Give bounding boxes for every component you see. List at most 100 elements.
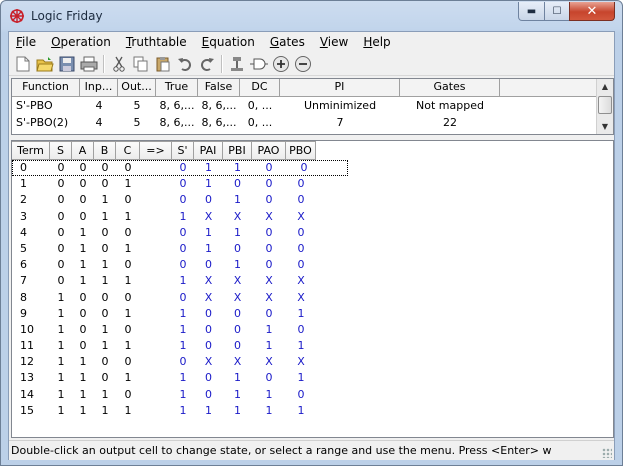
zoom-out-icon[interactable]	[292, 53, 314, 75]
output-cell[interactable]: 1	[223, 257, 252, 273]
output-cell[interactable]: X	[223, 273, 252, 289]
gate-tool-icon[interactable]	[248, 53, 270, 75]
output-cell[interactable]: X	[286, 354, 316, 370]
save-icon[interactable]	[56, 53, 78, 75]
output-cell[interactable]: 1	[252, 403, 286, 419]
menu-truthtable[interactable]: Truthtable	[119, 33, 195, 51]
output-cell[interactable]: 0	[286, 322, 316, 338]
truth-column-header[interactable]: S	[50, 141, 72, 160]
pin-tool-icon[interactable]	[226, 53, 248, 75]
menu-equation[interactable]: Equation	[195, 33, 263, 51]
output-cell[interactable]: 1	[223, 192, 252, 208]
output-cell[interactable]: 1	[252, 338, 286, 354]
scroll-down-icon[interactable]: ▼	[597, 119, 613, 134]
truth-column-header[interactable]: =>	[140, 141, 172, 160]
output-cell[interactable]: 0	[252, 370, 286, 386]
undo-icon[interactable]	[174, 53, 196, 75]
column-header[interactable]: PI	[280, 79, 400, 96]
output-cell[interactable]: X	[223, 290, 252, 306]
output-cell[interactable]: 1	[223, 387, 252, 403]
output-cell[interactable]: X	[223, 209, 252, 225]
output-cell[interactable]: 0	[252, 257, 286, 273]
output-cell[interactable]: 1	[194, 403, 223, 419]
output-cell[interactable]: 0	[252, 192, 286, 208]
output-cell[interactable]: 1	[172, 306, 194, 322]
column-header[interactable]: True	[156, 79, 198, 96]
menu-file[interactable]: File	[9, 33, 44, 51]
output-cell[interactable]: 0	[286, 387, 316, 403]
output-cell[interactable]: 0	[286, 257, 316, 273]
truth-column-header[interactable]: C	[116, 141, 140, 160]
output-cell[interactable]: 0	[194, 257, 223, 273]
truth-column-header[interactable]: A	[72, 141, 94, 160]
cut-icon[interactable]	[108, 53, 130, 75]
output-cell[interactable]: X	[252, 290, 286, 306]
output-cell[interactable]: 1	[286, 306, 316, 322]
truth-column-header[interactable]: PBI	[223, 141, 252, 160]
output-cell[interactable]: 0	[194, 338, 223, 354]
column-header[interactable]: Inp...	[80, 79, 118, 96]
output-cell[interactable]: 1	[194, 176, 223, 192]
output-cell[interactable]: 0	[286, 160, 322, 176]
output-cell[interactable]: 0	[252, 160, 286, 176]
truth-column-header[interactable]: Term	[12, 141, 50, 160]
output-cell[interactable]: 1	[194, 225, 223, 241]
close-button[interactable]: ✕	[569, 2, 615, 21]
output-cell[interactable]: X	[194, 290, 223, 306]
output-cell[interactable]: X	[194, 354, 223, 370]
truth-column-header[interactable]: PAO	[252, 141, 286, 160]
print-icon[interactable]	[78, 53, 100, 75]
output-cell[interactable]: 1	[194, 241, 223, 257]
output-cell[interactable]: 1	[252, 322, 286, 338]
column-header[interactable]: DC	[240, 79, 280, 96]
output-cell[interactable]: 0	[194, 322, 223, 338]
menu-help[interactable]: Help	[356, 33, 398, 51]
output-cell[interactable]: X	[252, 273, 286, 289]
column-header[interactable]: Gates	[400, 79, 500, 96]
output-cell[interactable]: 1	[223, 370, 252, 386]
output-cell[interactable]: 0	[172, 257, 194, 273]
truth-column-header[interactable]: B	[94, 141, 116, 160]
scroll-up-icon[interactable]: ▲	[597, 79, 613, 94]
output-cell[interactable]: 1	[194, 160, 223, 176]
copy-icon[interactable]	[130, 53, 152, 75]
minimize-button[interactable]: ▬	[518, 2, 545, 21]
output-cell[interactable]: 0	[194, 370, 223, 386]
output-cell[interactable]: X	[194, 209, 223, 225]
resize-grip-icon[interactable]	[602, 448, 612, 458]
output-cell[interactable]: X	[252, 354, 286, 370]
output-cell[interactable]: 1	[172, 322, 194, 338]
truth-column-header[interactable]: S'	[172, 141, 194, 160]
output-cell[interactable]: 0	[172, 241, 194, 257]
output-cell[interactable]: 1	[172, 209, 194, 225]
output-cell[interactable]: X	[223, 354, 252, 370]
output-cell[interactable]: 1	[223, 403, 252, 419]
paste-icon[interactable]	[152, 53, 174, 75]
title-bar[interactable]: Logic Friday ▬ ☐ ✕	[1, 1, 622, 31]
output-cell[interactable]: 0	[172, 290, 194, 306]
output-cell[interactable]: 1	[172, 338, 194, 354]
output-cell[interactable]: X	[286, 273, 316, 289]
column-header[interactable]: False	[198, 79, 240, 96]
menu-gates[interactable]: Gates	[263, 33, 313, 51]
output-cell[interactable]: 1	[286, 370, 316, 386]
output-cell[interactable]: 0	[252, 176, 286, 192]
column-header[interactable]: Out...	[118, 79, 156, 96]
function-row[interactable]: S'-PBO(2) 4 5 8, 6,... 8, 6,... 0, ... 7 22	[12, 114, 613, 131]
output-cell[interactable]: 0	[223, 322, 252, 338]
output-cell[interactable]: 0	[223, 338, 252, 354]
output-cell[interactable]: 0	[172, 225, 194, 241]
maximize-button[interactable]: ☐	[544, 2, 570, 21]
column-header[interactable]: Function	[12, 79, 80, 96]
output-cell[interactable]: X	[252, 209, 286, 225]
open-folder-icon[interactable]	[34, 53, 56, 75]
new-file-icon[interactable]	[12, 53, 34, 75]
output-cell[interactable]: 1	[223, 160, 252, 176]
output-cell[interactable]: 1	[223, 225, 252, 241]
output-cell[interactable]: 0	[194, 306, 223, 322]
output-cell[interactable]: 1	[286, 338, 316, 354]
truth-column-header[interactable]: PAI	[194, 141, 223, 160]
output-cell[interactable]: X	[286, 290, 316, 306]
output-cell[interactable]: 0	[252, 241, 286, 257]
output-cell[interactable]: 0	[252, 306, 286, 322]
